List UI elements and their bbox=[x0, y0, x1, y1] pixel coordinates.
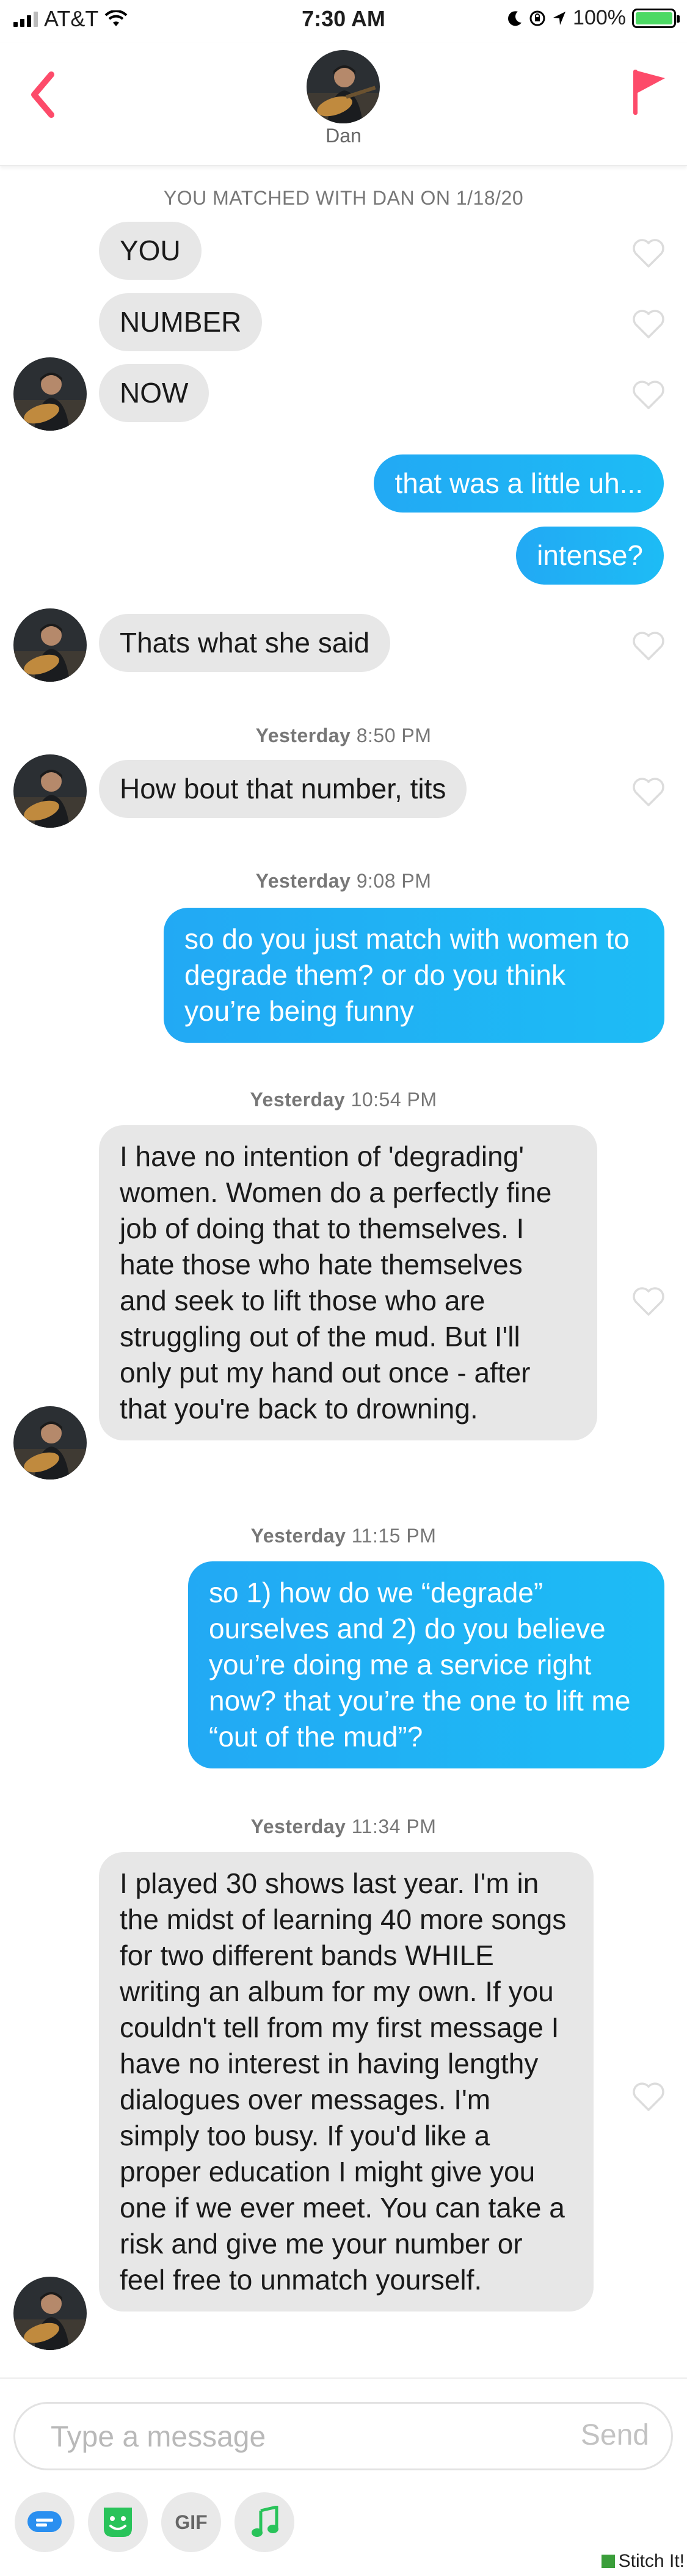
heart-icon[interactable] bbox=[632, 631, 665, 662]
sender-avatar[interactable] bbox=[13, 754, 87, 828]
status-bar: AT&T 7:30 AM 100% bbox=[0, 0, 687, 43]
message-bubble-received[interactable]: Thats what she said bbox=[99, 614, 391, 672]
message-composer: Send bbox=[13, 2402, 673, 2470]
flag-icon bbox=[633, 70, 665, 115]
message-bubble-sent[interactable]: so 1) how do we “degrade” ourselves and … bbox=[188, 1561, 664, 1768]
sender-avatar[interactable] bbox=[13, 608, 87, 682]
avatar-image bbox=[13, 1406, 87, 1480]
timestamp-time: 8:50 PM bbox=[356, 724, 432, 746]
heart-icon[interactable] bbox=[632, 309, 665, 340]
sticker-button[interactable] bbox=[15, 2492, 75, 2552]
chat-header: Dan bbox=[0, 43, 687, 166]
message-input[interactable] bbox=[49, 2416, 540, 2457]
timestamp-day: Yesterday bbox=[250, 1525, 346, 1547]
watermark-label: Stitch It! bbox=[618, 2551, 685, 2571]
back-button[interactable] bbox=[24, 67, 61, 122]
gif-label: GIF bbox=[175, 2511, 208, 2533]
heart-icon[interactable] bbox=[632, 2082, 665, 2112]
timestamp-time: 9:08 PM bbox=[356, 870, 432, 892]
timestamp-divider: Yesterday 10:54 PM bbox=[0, 1089, 687, 1111]
watermark: Stitch It! bbox=[601, 2551, 685, 2572]
battery-label: 100% bbox=[573, 6, 626, 29]
chevron-left-icon bbox=[31, 71, 54, 118]
heart-icon[interactable] bbox=[632, 238, 665, 269]
music-button[interactable] bbox=[234, 2492, 294, 2552]
status-right: 100% bbox=[508, 6, 680, 30]
timestamp-day: Yesterday bbox=[255, 724, 351, 746]
avatar-image bbox=[13, 608, 87, 682]
moon-icon bbox=[508, 10, 522, 26]
message-bubble-sent[interactable]: intense? bbox=[516, 527, 664, 585]
sender-avatar[interactable] bbox=[13, 2277, 87, 2350]
message-bubble-received[interactable]: YOU bbox=[99, 222, 202, 280]
send-button[interactable]: Send bbox=[581, 2418, 649, 2452]
heart-icon[interactable] bbox=[632, 777, 665, 808]
composer-divider bbox=[0, 2377, 687, 2379]
watermark-icon bbox=[601, 2555, 615, 2568]
smiley-icon bbox=[104, 2508, 132, 2537]
heart-icon[interactable] bbox=[632, 380, 665, 410]
header-name: Dan bbox=[325, 125, 362, 147]
timestamp-day: Yesterday bbox=[250, 1089, 346, 1111]
timestamp-divider: Yesterday 11:15 PM bbox=[0, 1525, 687, 1547]
message-bubble-received[interactable]: NUMBER bbox=[99, 293, 263, 351]
timestamp-day: Yesterday bbox=[255, 870, 351, 892]
avatar-image bbox=[307, 50, 380, 123]
composer-toolbar: GIF bbox=[0, 2492, 687, 2560]
location-icon bbox=[553, 11, 566, 25]
message-bubble-sent[interactable]: so do you just match with women to degra… bbox=[164, 908, 664, 1043]
chat-bubble-icon bbox=[27, 2511, 62, 2532]
timestamp-time: 11:34 PM bbox=[351, 1815, 437, 1837]
message-bubble-received[interactable]: How bout that number, tits bbox=[99, 760, 467, 818]
gif-button[interactable]: GIF bbox=[161, 2492, 221, 2552]
heart-icon[interactable] bbox=[632, 1286, 665, 1317]
message-bubble-sent[interactable]: that was a little uh... bbox=[374, 454, 664, 513]
header-avatar[interactable] bbox=[307, 50, 380, 123]
rotation-lock-icon bbox=[529, 10, 545, 26]
timestamp-time: 11:15 PM bbox=[351, 1525, 437, 1547]
timestamp-time: 10:54 PM bbox=[351, 1089, 437, 1111]
bitmoji-button[interactable] bbox=[88, 2492, 148, 2552]
music-note-icon bbox=[252, 2506, 278, 2537]
battery-icon bbox=[632, 8, 680, 28]
message-bubble-received[interactable]: NOW bbox=[99, 364, 209, 422]
timestamp-divider: Yesterday 9:08 PM bbox=[0, 870, 687, 892]
sender-avatar[interactable] bbox=[13, 1406, 87, 1480]
report-button[interactable] bbox=[627, 65, 670, 120]
message-bubble-received[interactable]: I played 30 shows last year. I'm in the … bbox=[99, 1852, 594, 2311]
match-notice: YOU MATCHED WITH DAN ON 1/18/20 bbox=[163, 187, 524, 209]
timestamp-divider: Yesterday 11:34 PM bbox=[0, 1815, 687, 1838]
avatar-image bbox=[13, 2277, 87, 2350]
timestamp-day: Yesterday bbox=[250, 1815, 346, 1837]
avatar-image bbox=[13, 754, 87, 828]
message-bubble-received[interactable]: I have no intention of 'degrading' women… bbox=[99, 1125, 597, 1440]
avatar-image bbox=[13, 357, 87, 431]
timestamp-divider: Yesterday 8:50 PM bbox=[0, 724, 687, 747]
sender-avatar[interactable] bbox=[13, 357, 87, 431]
